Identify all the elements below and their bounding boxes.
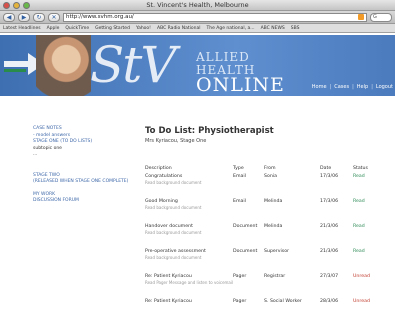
row-note: Read background document	[145, 255, 202, 260]
nav-separator: |	[329, 84, 332, 90]
bookmark-item[interactable]: The Age national, a...	[207, 26, 255, 31]
main-header: To Do List: Physiotherapist Mrs Kyriacou…	[145, 126, 395, 144]
top-navigation: Home | Cases | Help | Logout	[312, 84, 393, 90]
sidebar: CASE NOTES - model answers STAGE ONE (TO…	[33, 126, 128, 205]
row-type: Email	[233, 174, 247, 179]
row-type: Pager	[233, 274, 247, 279]
row-date: 17/3/06	[320, 174, 339, 179]
url-text[interactable]: http://www.svhm.org.au/	[66, 14, 356, 20]
table-row[interactable]: Handover document Document Melinda 21/3/06 R…	[145, 224, 395, 249]
row-date: 21/3/06	[320, 224, 339, 229]
search-input[interactable]: G	[370, 12, 392, 22]
browser-window: St. Vincent's Health, Melbourne ◀ ▶ ↻ ✕ …	[0, 0, 395, 329]
rss-feed-icon[interactable]	[358, 14, 364, 20]
header-status: Status	[353, 166, 368, 171]
row-status: Unread	[353, 274, 370, 279]
bookmark-item[interactable]: Yahoo!	[136, 26, 151, 31]
header-from: From	[264, 166, 276, 171]
title-bar: St. Vincent's Health, Melbourne	[0, 0, 395, 11]
table-row[interactable]: Good Morning Email Melinda 17/3/06 Read Read …	[145, 199, 395, 224]
stop-icon: ✕	[51, 13, 57, 21]
nav-home[interactable]: Home	[312, 84, 327, 90]
nav-separator: |	[352, 84, 354, 90]
row-status: Read	[353, 249, 365, 254]
row-status: Read	[353, 224, 365, 229]
row-note: Read background document	[145, 230, 202, 235]
row-from: Supervisor	[264, 249, 290, 254]
bookmark-item[interactable]: Apple	[47, 26, 60, 31]
back-button[interactable]: ◀	[3, 12, 15, 22]
row-from: S. Social Worker	[264, 299, 302, 304]
table-row[interactable]: Pre-operative assessment Document Supervis…	[145, 249, 395, 274]
header-description: Description	[145, 166, 172, 171]
row-description[interactable]: Handover document	[145, 224, 193, 229]
banner-line-allied: ALLIED	[196, 50, 250, 64]
row-status: Unread	[353, 299, 370, 304]
row-from: Sonia	[264, 174, 277, 179]
nav-cases[interactable]: Cases	[334, 84, 349, 90]
page-content: CASE NOTES - model answers STAGE ONE (TO…	[0, 96, 395, 329]
row-date: 17/3/06	[320, 199, 339, 204]
reload-icon: ↻	[36, 13, 42, 21]
page-subtitle: Mrs Kyriacou, Stage One	[145, 138, 207, 144]
header-date: Date	[320, 166, 332, 171]
browser-toolbar: ◀ ▶ ↻ ✕ http://www.svhm.org.au/ G	[0, 11, 395, 24]
table-row[interactable]: Congratulations Email Sonia 17/3/06 Read Read…	[145, 174, 395, 199]
row-type: Email	[233, 199, 247, 204]
row-type: Document	[233, 224, 258, 229]
row-type: Pager	[233, 299, 247, 304]
sidebar-item-stage-two-note[interactable]: (RELEASED WHEN STAGE ONE COMPLETE)	[33, 179, 128, 186]
page-title: To Do List: Physiotherapist	[145, 126, 274, 136]
table-row[interactable]: Re: Patient Kyriacou Pager S. Social Worke…	[145, 299, 395, 324]
row-description[interactable]: Re: Patient Kyriacou	[145, 274, 192, 279]
bookmark-item[interactable]: ABC Radio National	[157, 26, 201, 31]
row-date: 28/3/06	[320, 299, 339, 304]
row-status: Read	[353, 174, 365, 179]
stv-logo: StV	[90, 36, 176, 94]
address-bar[interactable]: http://www.svhm.org.au/	[63, 12, 367, 22]
row-description[interactable]: Good Morning	[145, 199, 178, 204]
reload-button[interactable]: ↻	[33, 12, 45, 22]
banner-line-online: ONLINE	[196, 74, 285, 96]
forward-arrow-icon: ▶	[21, 13, 27, 21]
row-note: Read background document	[145, 180, 202, 185]
bookmark-item[interactable]: Getting Started	[95, 26, 130, 31]
stop-button[interactable]: ✕	[48, 12, 60, 22]
row-note: Read Pager Message and listen to voicema…	[145, 280, 234, 285]
banner-photo	[36, 35, 91, 96]
bookmark-item[interactable]: ABC NEWS	[261, 26, 285, 31]
row-type: Document	[233, 249, 258, 254]
row-note: Read background document	[145, 205, 202, 210]
forward-button[interactable]: ▶	[18, 12, 30, 22]
nav-help[interactable]: Help	[357, 84, 368, 90]
row-date: 21/3/06	[320, 249, 339, 254]
table-body: Congratulations Email Sonia 17/3/06 Read Read…	[145, 174, 395, 324]
table-row[interactable]: Re: Patient Kyriacou Pager Registrar 27/3/0…	[145, 274, 395, 299]
bookmarks-bar: Latest Headlines Apple QuickTime Getting St…	[0, 24, 395, 33]
site-banner: StV ALLIED HEALTH ONLINE Home | Cases | …	[0, 35, 395, 96]
bookmark-item[interactable]: SBS	[291, 26, 300, 31]
table-header: Description Type From Date Status	[145, 166, 395, 174]
bookmark-item[interactable]: Latest Headlines	[3, 26, 41, 31]
row-status: Read	[353, 199, 365, 204]
header-type: Type	[233, 166, 244, 171]
back-arrow-icon: ◀	[6, 13, 12, 21]
row-description[interactable]: Pre-operative assessment	[145, 249, 206, 254]
row-date: 27/3/07	[320, 274, 339, 279]
row-from: Melinda	[264, 224, 283, 229]
sidebar-item-discussion-forum[interactable]: DISCUSSION FORUM	[33, 198, 128, 205]
window-title: St. Vincent's Health, Melbourne	[146, 1, 249, 9]
row-from: Melinda	[264, 199, 283, 204]
row-description[interactable]: Congratulations	[145, 174, 182, 179]
nav-separator: |	[371, 84, 373, 90]
row-description[interactable]: Re: Patient Kyriacou	[145, 299, 192, 304]
bookmark-item[interactable]: QuickTime	[65, 26, 89, 31]
todo-table: Description Type From Date Status Congra…	[145, 166, 395, 324]
row-from: Registrar	[264, 274, 286, 279]
nav-logout[interactable]: Logout	[376, 84, 393, 90]
